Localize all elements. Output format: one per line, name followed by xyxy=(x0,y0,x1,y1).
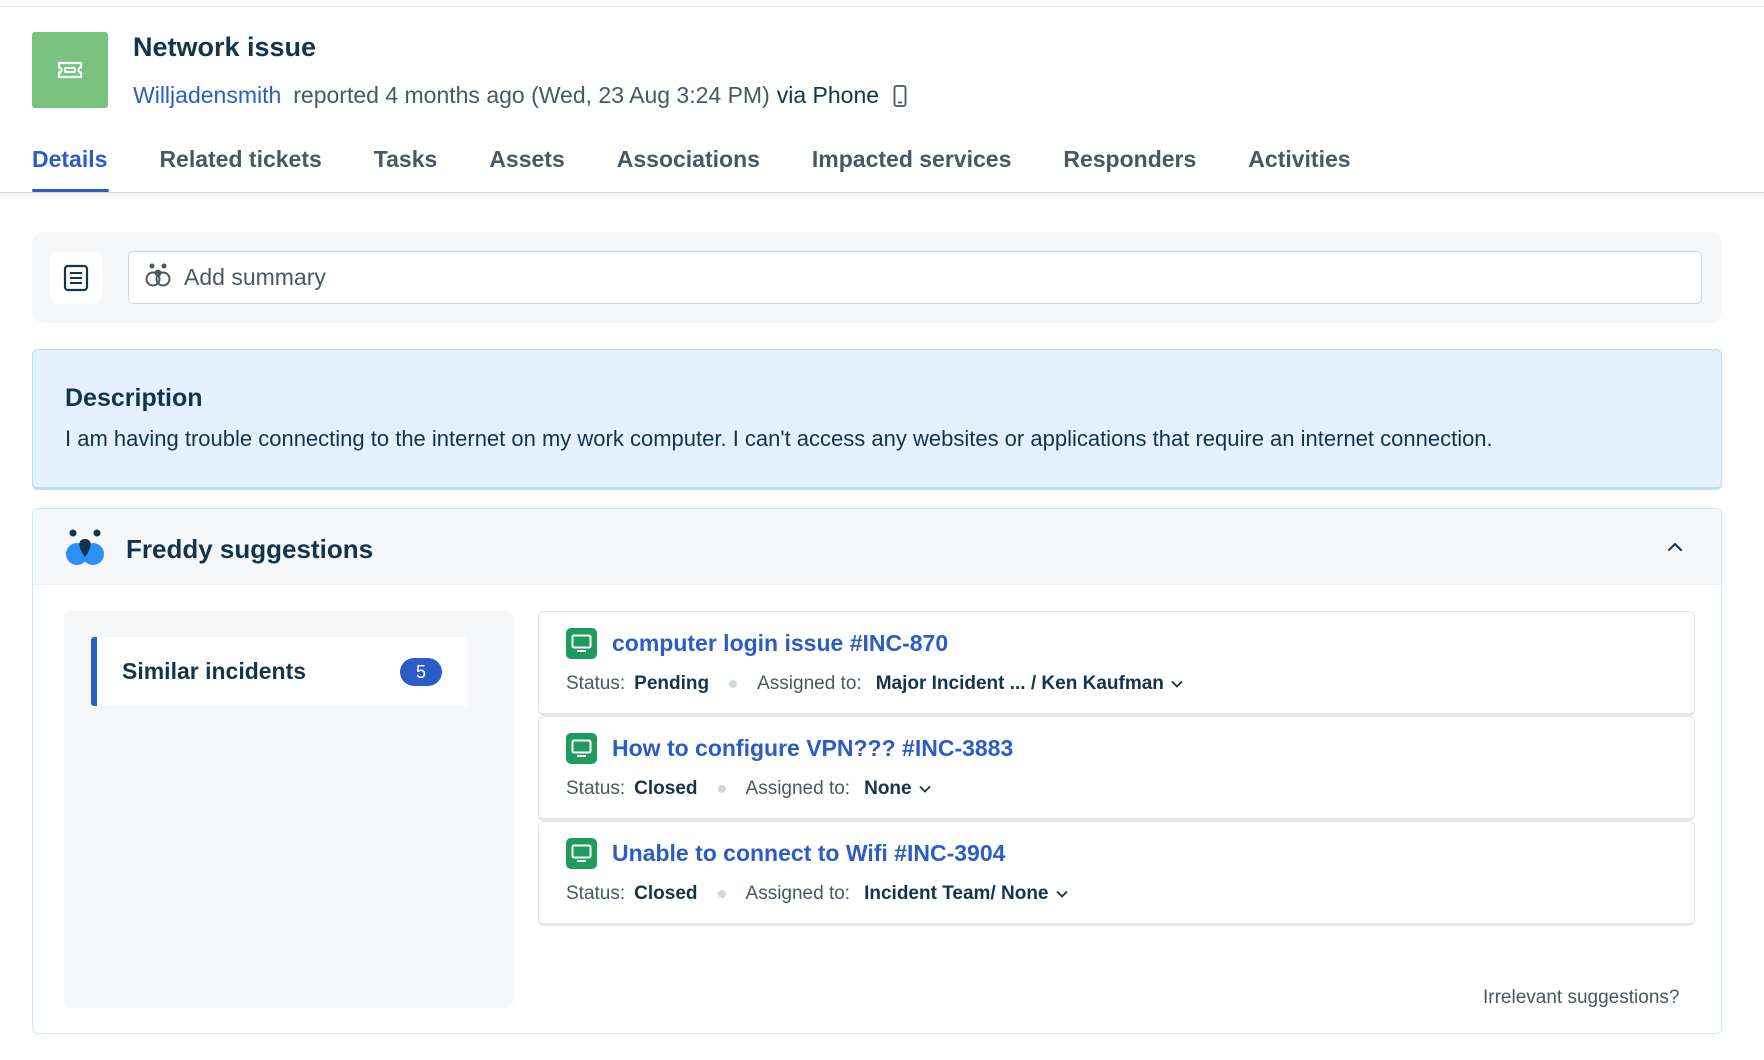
assignee-value: Incident Team/ None xyxy=(864,883,1049,904)
incident-card: computer login issue #INC-870 Status: Pe… xyxy=(538,611,1695,716)
summary-placeholder: Add summary xyxy=(184,264,326,290)
freddy-logo-icon xyxy=(64,527,106,574)
monitor-icon xyxy=(566,838,597,869)
assignee-dropdown[interactable]: None xyxy=(864,778,931,800)
separator-dot xyxy=(717,890,726,898)
tab-associations[interactable]: Associations xyxy=(617,146,760,194)
description-section xyxy=(32,349,1722,490)
incident-card: How to configure VPN??? #INC-3883 Status… xyxy=(538,716,1695,821)
incident-meta: Status: Pending Assigned to: Major Incid… xyxy=(566,673,1183,695)
reported-text: reported 4 months ago (Wed, 23 Aug 3:24 … xyxy=(293,82,770,108)
ticket-meta: Willjadensmith reported 4 months ago (We… xyxy=(133,82,907,109)
ticket-icon xyxy=(32,32,108,108)
tab-impacted-services[interactable]: Impacted services xyxy=(812,146,1011,194)
phone-icon xyxy=(893,84,907,107)
tab-activities[interactable]: Activities xyxy=(1248,146,1350,194)
status-value: Pending xyxy=(634,673,710,694)
chevron-down-icon xyxy=(1055,890,1068,898)
assigned-label: Assigned to: xyxy=(745,883,851,904)
summary-input[interactable]: Add summary xyxy=(128,251,1702,304)
status-label: Status: xyxy=(566,778,626,799)
similar-incidents-label: Similar incidents xyxy=(122,658,307,684)
incident-title-link[interactable]: How to configure VPN??? #INC-3883 xyxy=(612,735,1013,762)
freddy-suggestions-panel: Freddy suggestions Similar incidents 5 c… xyxy=(32,508,1722,1034)
similar-incidents-item[interactable]: Similar incidents 5 xyxy=(91,637,467,706)
status-label: Status: xyxy=(566,883,626,904)
tab-assets[interactable]: Assets xyxy=(489,146,564,194)
chevron-down-icon xyxy=(1171,680,1183,688)
description-title: Description xyxy=(65,384,203,412)
notes-icon[interactable] xyxy=(50,252,102,304)
ticket-tabs: Details Related tickets Tasks Assets Ass… xyxy=(32,146,1403,194)
assignee-value: None xyxy=(864,778,912,799)
status-value: Closed xyxy=(634,778,698,799)
tab-details[interactable]: Details xyxy=(32,146,110,194)
assigned-label: Assigned to: xyxy=(757,673,862,694)
freddy-header[interactable]: Freddy suggestions xyxy=(33,509,1721,585)
description-text: I am having trouble connecting to the in… xyxy=(65,426,1493,451)
separator-dot xyxy=(729,680,738,688)
assigned-label: Assigned to: xyxy=(745,778,851,799)
tab-responders[interactable]: Responders xyxy=(1063,146,1196,194)
requester-link[interactable]: Willjadensmith xyxy=(133,82,281,109)
source-text: via Phone xyxy=(776,82,880,108)
tabs-shadow xyxy=(0,193,1764,203)
monitor-icon xyxy=(566,628,597,659)
irrelevant-suggestions-link[interactable]: Irrelevant suggestions? xyxy=(1483,987,1679,1009)
incident-title-link[interactable]: Unable to connect to Wifi #INC-3904 xyxy=(612,840,1005,867)
incident-card: Unable to connect to Wifi #INC-3904 Stat… xyxy=(538,821,1695,926)
tab-tasks[interactable]: Tasks xyxy=(374,146,438,194)
ticket-title: Network issue xyxy=(133,32,317,62)
chevron-up-icon[interactable] xyxy=(1663,535,1687,559)
status-value: Closed xyxy=(634,883,698,904)
top-divider xyxy=(0,0,1764,7)
incident-title-link[interactable]: computer login issue #INC-870 xyxy=(612,630,948,657)
monitor-icon xyxy=(566,733,597,764)
status-label: Status: xyxy=(566,673,626,694)
separator-dot xyxy=(717,785,726,793)
freddy-title: Freddy suggestions xyxy=(126,534,374,564)
ticket-glyph-icon xyxy=(57,61,83,79)
chevron-down-icon xyxy=(918,785,931,793)
freddy-icon xyxy=(144,262,172,293)
incident-meta: Status: Closed Assigned to: Incident Tea… xyxy=(566,883,1068,905)
tab-related-tickets[interactable]: Related tickets xyxy=(159,146,321,194)
incident-meta: Status: Closed Assigned to: None xyxy=(566,778,931,800)
assignee-dropdown[interactable]: Incident Team/ None xyxy=(864,883,1068,905)
similar-incidents-count-badge: 5 xyxy=(400,658,442,686)
assignee-dropdown[interactable]: Major Incident ... / Ken Kaufman xyxy=(876,673,1183,695)
assignee-value: Major Incident ... / Ken Kaufman xyxy=(875,673,1164,694)
